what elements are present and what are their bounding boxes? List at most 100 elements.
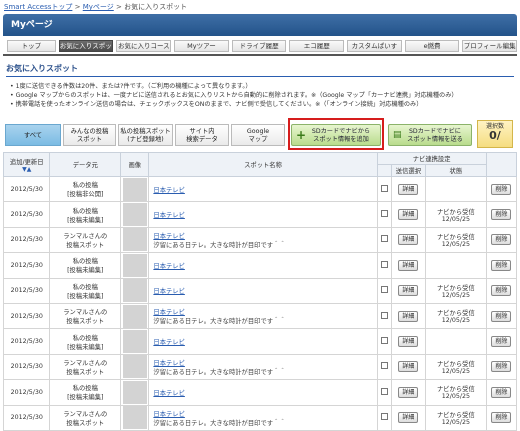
- thumbnail-image[interactable]: [122, 253, 147, 277]
- detail-button[interactable]: 詳細: [398, 412, 419, 424]
- cell-source: 私の投稿 [投稿未編集]: [49, 277, 122, 304]
- spot-name-link[interactable]: 日本テレビ: [153, 388, 376, 397]
- cell-delete: 削除: [485, 353, 518, 381]
- send-checkbox[interactable]: [380, 311, 388, 319]
- filter-tab-4[interactable]: Google マップ: [231, 124, 285, 146]
- spot-name-link[interactable]: 日本テレビ: [153, 231, 376, 240]
- detail-button[interactable]: 詳細: [398, 361, 419, 373]
- cell-source: ランマルさんの 投稿スポット: [49, 353, 122, 381]
- cell-delete: 削除: [485, 302, 518, 330]
- cell-image: [120, 201, 150, 228]
- cell-delete: 削除: [485, 379, 518, 406]
- cell-image: [120, 379, 150, 406]
- tab-7[interactable]: e燃費: [404, 40, 460, 52]
- spot-name-link[interactable]: 日本テレビ: [153, 409, 376, 418]
- tab-3[interactable]: Myツアー: [174, 40, 229, 52]
- delete-button[interactable]: 削除: [491, 234, 512, 246]
- spot-name-link[interactable]: 日本テレビ: [153, 358, 376, 367]
- tab-6[interactable]: カスタムぱいす: [347, 40, 402, 52]
- filter-tab-0[interactable]: すべて: [5, 124, 61, 146]
- thumbnail-image[interactable]: [122, 355, 147, 379]
- section-title-text: お気に入りスポット: [6, 64, 78, 73]
- detail-button[interactable]: 詳細: [398, 259, 419, 271]
- cell-image: [120, 404, 150, 431]
- filter-tab-3[interactable]: サイト内 検索データ: [175, 124, 229, 146]
- send-checkbox[interactable]: [380, 286, 388, 294]
- tab-8[interactable]: プロフィール編集: [462, 40, 518, 52]
- breadcrumb-top-link[interactable]: Smart Accessトップ: [4, 3, 72, 11]
- detail-button[interactable]: 詳細: [398, 310, 419, 322]
- cell-checkbox: [376, 277, 392, 304]
- delete-button[interactable]: 削除: [491, 336, 512, 348]
- delete-button[interactable]: 削除: [491, 310, 512, 322]
- note-item: • Google マップからのスポットは、一度ナビに送信されるとお気に入りリスト…: [10, 92, 458, 99]
- thumbnail-image[interactable]: [122, 380, 147, 404]
- tab-5[interactable]: エコ履歴: [289, 40, 345, 52]
- cell-image: [120, 302, 150, 330]
- send-checkbox[interactable]: [380, 362, 388, 370]
- cell-image: [120, 252, 150, 279]
- spot-name-link[interactable]: 日本テレビ: [153, 286, 376, 295]
- col-date-header: 追加/更新日 ▼▲: [2, 152, 51, 177]
- tab-4[interactable]: ドライブ履歴: [231, 40, 287, 52]
- cell-source: 私の投稿 [投稿未編集]: [49, 252, 122, 279]
- notes-list: • 1度に送信できる件数は20件、または?件です。（ご利用の機種によって異なりま…: [10, 82, 510, 109]
- delete-button[interactable]: 削除: [491, 259, 512, 271]
- send-checkbox[interactable]: [380, 235, 388, 243]
- tab-0[interactable]: トップ: [7, 40, 56, 52]
- detail-button[interactable]: 詳細: [398, 386, 419, 398]
- spot-name-link[interactable]: 日本テレビ: [153, 261, 376, 270]
- send-checkbox[interactable]: [380, 387, 388, 395]
- send-checkbox[interactable]: [380, 413, 388, 421]
- detail-button[interactable]: 詳細: [398, 336, 419, 348]
- sd-add-spot-button[interactable]: + SDカードでナビから スポット情報を追加: [291, 124, 381, 146]
- table-row: 2012/5/30 ランマルさんの 投稿スポット 日本テレビ 汐留にある日テレ。大きな時…: [2, 404, 518, 431]
- cell-source: 私の投稿 [投稿未編集]: [49, 328, 122, 355]
- sd-send-spot-button[interactable]: ▤ SDカードでナビに スポット情報を送る: [388, 124, 472, 146]
- delete-button[interactable]: 削除: [491, 285, 512, 297]
- cell-detail: 詳細: [390, 252, 427, 279]
- filter-tab-1[interactable]: みんなの投稿 スポット: [63, 124, 116, 146]
- tab-2[interactable]: お気に入りコース: [116, 40, 172, 52]
- cell-date: 2012/5/30: [2, 226, 51, 254]
- detail-button[interactable]: 詳細: [398, 183, 419, 195]
- spot-description: 汐留にある日テレ。大きな時計が目印です＾＾: [153, 368, 286, 376]
- table-row: 2012/5/30 私の投稿 [投稿非公開] 日本テレビ 詳細 削除: [2, 175, 518, 203]
- spot-name-link[interactable]: 日本テレビ: [153, 210, 376, 219]
- cell-detail: 詳細: [390, 302, 427, 330]
- page-title: Myページ: [11, 20, 53, 30]
- table-row: 2012/5/30 ランマルさんの 投稿スポット 日本テレビ 汐留にある日テレ。大きな時…: [2, 353, 518, 381]
- col-source-header: データ元: [49, 152, 122, 177]
- tab-1[interactable]: お気に入りスポット: [58, 40, 114, 52]
- breadcrumb-mypage-link[interactable]: Myページ: [83, 3, 114, 11]
- send-checkbox[interactable]: [380, 337, 388, 345]
- spot-description: 汐留にある日テレ。大きな時計が目印です＾＾: [153, 241, 286, 249]
- detail-button[interactable]: 詳細: [398, 209, 419, 221]
- selected-count-value: 0/: [489, 129, 501, 142]
- delete-button[interactable]: 削除: [491, 209, 512, 221]
- detail-button[interactable]: 詳細: [398, 285, 419, 297]
- cell-detail: 詳細: [390, 226, 427, 254]
- thumbnail-image[interactable]: [122, 330, 147, 354]
- thumbnail-image[interactable]: [122, 177, 147, 201]
- send-checkbox[interactable]: [380, 210, 388, 218]
- thumbnail-image[interactable]: [122, 406, 147, 430]
- delete-button[interactable]: 削除: [491, 386, 512, 398]
- thumbnail-image[interactable]: [122, 279, 147, 303]
- send-checkbox[interactable]: [380, 184, 388, 192]
- thumbnail-image[interactable]: [122, 304, 147, 328]
- spot-name-link[interactable]: 日本テレビ: [153, 307, 376, 316]
- thumbnail-image[interactable]: [122, 228, 147, 252]
- detail-button[interactable]: 詳細: [398, 234, 419, 246]
- spot-name-link[interactable]: 日本テレビ: [153, 337, 376, 346]
- delete-button[interactable]: 削除: [491, 361, 512, 373]
- thumbnail-image[interactable]: [122, 203, 147, 227]
- delete-button[interactable]: 削除: [491, 183, 512, 195]
- col-status-header: 状態: [425, 164, 487, 177]
- sort-icon[interactable]: ▼▲: [22, 166, 31, 173]
- send-checkbox[interactable]: [380, 260, 388, 268]
- filter-tab-2[interactable]: 私の投稿スポット (ナビ登録地): [118, 124, 173, 146]
- delete-button[interactable]: 削除: [491, 412, 512, 424]
- cell-status: ナビから受信 12/05/25: [425, 353, 487, 381]
- spot-name-link[interactable]: 日本テレビ: [153, 185, 376, 194]
